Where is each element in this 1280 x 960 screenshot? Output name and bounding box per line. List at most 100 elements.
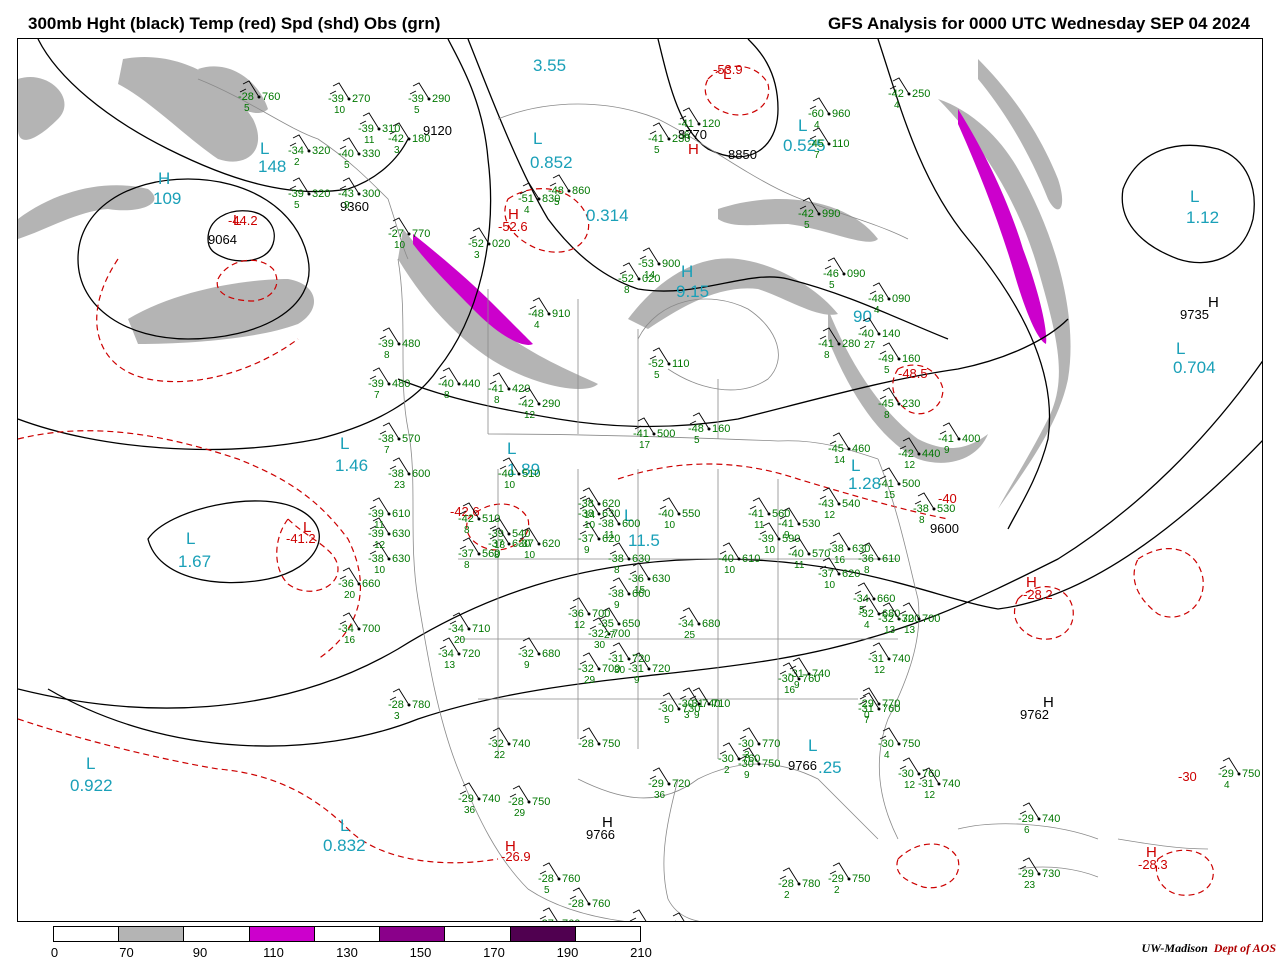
station-temp: -38: [578, 498, 594, 510]
station-temp: -40: [788, 548, 804, 560]
station-dewpoint: 14: [834, 455, 846, 466]
station-height: 660: [877, 593, 895, 605]
pressure-center-label: 0.832: [323, 836, 366, 855]
station-height: 540: [842, 498, 860, 510]
station-height: 570: [402, 433, 420, 445]
station-height: 560: [482, 548, 500, 560]
legend-swatch: [184, 927, 250, 941]
pressure-center-label: L: [1190, 187, 1199, 206]
legend-tick-label: 70: [119, 945, 134, 960]
station-temp: -30: [658, 703, 674, 715]
station-dewpoint: 27: [864, 340, 876, 351]
legend-tick-label: 210: [630, 945, 652, 960]
station-height: 770: [412, 228, 430, 240]
station-temp: -41: [878, 478, 894, 490]
station-height: 780: [802, 878, 820, 890]
station-dewpoint: 5: [654, 370, 660, 381]
station-height: 440: [462, 378, 480, 390]
station-dewpoint: 4: [864, 620, 870, 631]
station-height: 310: [382, 123, 400, 135]
station-temp: -36: [568, 608, 584, 620]
station-temp: -28: [508, 796, 524, 808]
station-dewpoint: 12: [874, 665, 886, 676]
station-height: 760: [562, 918, 580, 922]
station-dewpoint: 16: [344, 635, 356, 646]
station-dewpoint: 9: [744, 770, 750, 781]
station-height: 140: [882, 328, 900, 340]
station-height: 770: [762, 738, 780, 750]
station-height: 620: [842, 568, 860, 580]
station-temp: -29: [1018, 813, 1034, 825]
station-dewpoint: 3: [474, 250, 480, 261]
station-height: 090: [892, 293, 910, 305]
station-height: 090: [847, 268, 865, 280]
station-height: 680: [702, 618, 720, 630]
station-temp: -30: [778, 673, 794, 685]
caribbean-islands: [957, 823, 1209, 878]
legend-tick-label: 130: [336, 945, 358, 960]
pressure-center-label: L: [1176, 339, 1185, 358]
station-height: 630: [852, 543, 870, 555]
station-dewpoint: 4: [534, 320, 540, 331]
station-dewpoint: 10: [664, 520, 676, 531]
station-height: 720: [672, 778, 690, 790]
station-dewpoint: 5: [294, 200, 300, 211]
station-dewpoint: 12: [904, 780, 916, 791]
station-temp: -48: [688, 423, 704, 435]
station-temp: -42: [518, 398, 534, 410]
station-dewpoint: 13: [884, 625, 896, 636]
station-height: 740: [482, 793, 500, 805]
pressure-center-label: 109: [153, 189, 181, 208]
station-height: 750: [602, 738, 620, 750]
pressure-center-label: 3.55: [533, 56, 566, 75]
station-temp: -28: [538, 873, 554, 885]
center-marker: H: [602, 814, 613, 831]
center-marker: H: [508, 206, 519, 223]
station-temp: -30: [718, 753, 734, 765]
credit-label: UW-Madison Dept of AOS: [1141, 941, 1276, 955]
temp-label: -48.5: [898, 366, 928, 381]
pressure-center-label: 0.314: [586, 206, 629, 225]
station-dewpoint: 8: [384, 350, 390, 361]
station-height: 630: [392, 553, 410, 565]
station-dewpoint: 8: [824, 350, 830, 361]
station-dewpoint: 12: [374, 540, 386, 551]
station-dewpoint: 30: [594, 640, 606, 651]
station-temp: -51: [518, 193, 534, 205]
pressure-center-label: 1.67: [178, 552, 211, 571]
station-height: 300: [362, 188, 380, 200]
station-dewpoint: 8: [919, 515, 925, 526]
station-temp: -43: [818, 498, 834, 510]
station-temp: -52: [648, 358, 664, 370]
station-dewpoint: 5: [884, 365, 890, 376]
wind-speed-shading: [18, 57, 1071, 509]
center-marker: H: [1146, 844, 1157, 861]
station-dewpoint: 3: [394, 711, 400, 722]
station-temp: -41: [748, 508, 764, 520]
station-temp: -42: [458, 513, 474, 525]
station-height: 550: [682, 508, 700, 520]
height-label: 9766: [788, 758, 817, 773]
station-height: 460: [852, 443, 870, 455]
station-dewpoint: 14: [644, 270, 656, 281]
legend-swatch: [510, 927, 576, 941]
station-height: 680: [542, 648, 560, 660]
station-temp: -40: [718, 553, 734, 565]
station-height: 960: [832, 108, 850, 120]
station-temp: -30: [878, 738, 894, 750]
station-dewpoint: 7: [384, 445, 390, 456]
station-dewpoint: 9: [584, 545, 590, 556]
center-marker: H: [505, 838, 516, 855]
station-dewpoint: 9: [614, 600, 620, 611]
station-height: 620: [602, 498, 620, 510]
map-canvas: 9120885087709360906497359600976297669766…: [18, 39, 1262, 922]
station-dewpoint: 5: [344, 160, 350, 171]
station-dewpoint: 14: [584, 510, 596, 521]
station-temp: -29: [828, 873, 844, 885]
station-temp: -48: [548, 185, 564, 197]
height-label: 8850: [728, 147, 757, 162]
station-height: 760: [262, 91, 280, 103]
pressure-center-label: 0.704: [1173, 358, 1216, 377]
station-temp: -32: [488, 738, 504, 750]
station-dewpoint: 20: [454, 635, 466, 646]
